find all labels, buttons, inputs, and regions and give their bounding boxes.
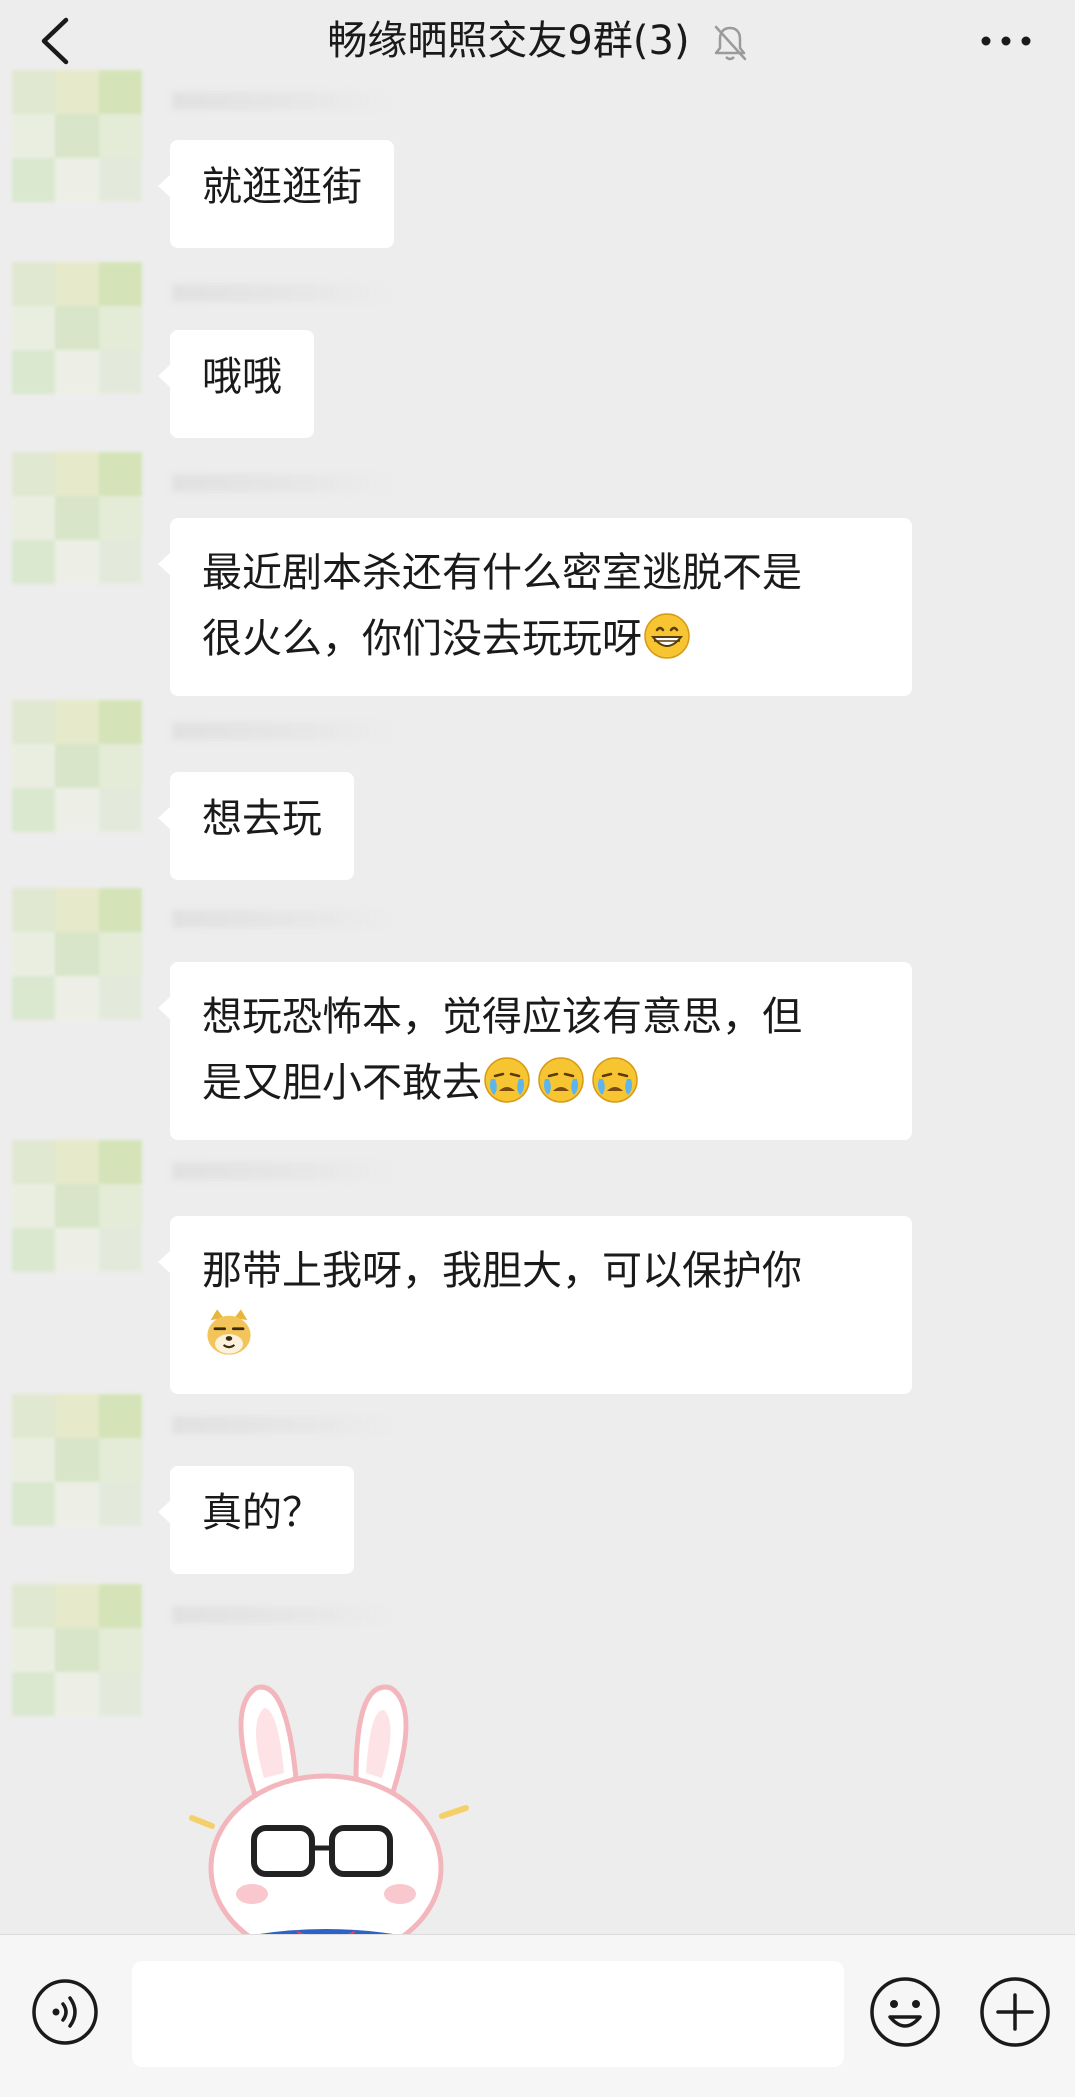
message-bubble[interactable]: 那带上我呀，我胆大，可以保护你	[158, 1216, 912, 1394]
sender-name-blurred	[172, 284, 392, 302]
message-text: 就逛逛街	[202, 164, 362, 210]
message-text-line-with-emoji: 是又胆小不敢去	[202, 1050, 880, 1116]
chat-message: 那带上我呀，我胆大，可以保护你	[0, 1140, 1075, 1394]
avatar[interactable]	[12, 1584, 142, 1716]
message-bubble[interactable]: 真的？	[158, 1466, 354, 1574]
message-emoji-line	[202, 1304, 880, 1370]
sender-name-blurred	[172, 722, 392, 740]
message-text-line: 最近剧本杀还有什么密室逃脱不是	[202, 550, 802, 596]
chat-message: 想去玩	[0, 700, 1075, 890]
voice-icon[interactable]	[30, 1977, 100, 2047]
chat-message: 最近剧本杀还有什么密室逃脱不是 很火么，你们没去玩玩呀	[0, 452, 1075, 702]
bunny-with-glasses-sticker[interactable]	[186, 1668, 486, 1948]
message-input[interactable]	[132, 1961, 844, 2067]
message-text: 真的？	[202, 1490, 322, 1536]
smiley-icon[interactable]	[868, 1975, 942, 2049]
chat-message: 就逛逛街	[0, 70, 1075, 260]
message-text-line: 想玩恐怖本，觉得应该有意思，但	[202, 994, 802, 1040]
message-bubble[interactable]: 想去玩	[158, 772, 354, 880]
message-text-line-with-emoji: 很火么，你们没去玩玩呀	[202, 606, 880, 672]
doge-icon	[207, 1309, 251, 1355]
more-dots-icon[interactable]	[979, 26, 1033, 56]
input-bar	[0, 1934, 1075, 2097]
sender-name-blurred	[172, 1162, 392, 1180]
message-text: 是又胆小不敢去	[202, 1060, 482, 1106]
message-bubble[interactable]: 哦哦	[158, 330, 314, 438]
sender-name-blurred	[172, 910, 392, 928]
message-bubble[interactable]: 最近剧本杀还有什么密室逃脱不是 很火么，你们没去玩玩呀	[158, 518, 912, 696]
crying-face-icon	[484, 1057, 530, 1103]
message-text: 哦哦	[202, 354, 282, 400]
sender-name-blurred	[172, 1416, 392, 1434]
chat-message: 哦哦	[0, 262, 1075, 452]
bell-off-icon	[714, 25, 746, 61]
chat-message: 想玩恐怖本，觉得应该有意思，但 是又胆小不敢去	[0, 888, 1075, 1140]
avatar[interactable]	[12, 262, 142, 394]
grinning-face-icon	[644, 613, 690, 659]
chat-message: 真的？	[0, 1394, 1075, 1584]
chat-message	[0, 1584, 1075, 1934]
sender-name-blurred	[172, 474, 392, 492]
message-bubble[interactable]: 就逛逛街	[158, 140, 394, 248]
message-bubble[interactable]: 想玩恐怖本，觉得应该有意思，但 是又胆小不敢去	[158, 962, 912, 1140]
avatar[interactable]	[12, 700, 142, 832]
crying-face-icon	[538, 1057, 584, 1103]
message-text: 很火么，你们没去玩玩呀	[202, 616, 642, 662]
chat-title-row: 畅缘晒照交友9群(3)	[0, 16, 1075, 66]
chat-title: 畅缘晒照交友9群(3)	[327, 18, 690, 64]
avatar[interactable]	[12, 1140, 142, 1272]
sender-name-blurred	[172, 1606, 392, 1624]
message-text-line: 那带上我呀，我胆大，可以保护你	[202, 1248, 802, 1294]
plus-circle-icon[interactable]	[978, 1975, 1052, 2049]
message-text: 想去玩	[202, 796, 322, 842]
avatar[interactable]	[12, 1394, 142, 1526]
avatar[interactable]	[12, 70, 142, 202]
avatar[interactable]	[12, 452, 142, 584]
crying-face-icon	[592, 1057, 638, 1103]
sender-name-blurred	[172, 92, 392, 110]
avatar[interactable]	[12, 888, 142, 1020]
